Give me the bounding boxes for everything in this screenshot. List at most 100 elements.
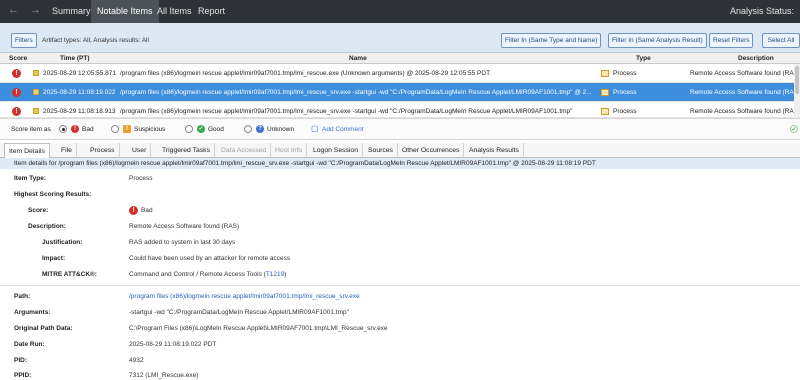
divider	[0, 285, 800, 286]
pid-value: 4932	[129, 357, 144, 364]
score-item-label: Score item as	[11, 126, 51, 133]
row-name: /program files (x86)/logmein rescue appl…	[120, 70, 491, 77]
impact-value: Could have been used by an attacker for …	[129, 255, 291, 262]
ppid-value: 7312 (LMI_Rescue.exe)	[129, 372, 199, 379]
tab-sources[interactable]: Sources	[364, 143, 398, 158]
tab-notable-items[interactable]: Notable Items	[91, 0, 159, 23]
tab-all-items[interactable]: All Items	[151, 0, 198, 23]
path-link[interactable]: /program files (x86)/logmein rescue appl…	[129, 293, 360, 300]
mitre-label: MITRE ATT&CK®:	[42, 271, 97, 278]
select-all-button[interactable]: Select All	[762, 33, 800, 48]
justification-label: Justification:	[42, 239, 83, 246]
forward-arrow-icon[interactable]: →	[30, 4, 41, 16]
tab-item-details[interactable]: Item Details	[4, 143, 50, 158]
confirm-icon[interactable]: ✓	[790, 125, 798, 133]
reset-filters-button[interactable]: Reset Filters	[709, 33, 754, 48]
table-scroll-thumb[interactable]	[795, 66, 799, 94]
justification-value: RAS added to system in last 30 days	[129, 239, 236, 246]
process-icon	[601, 70, 609, 77]
bad-label[interactable]: Bad	[82, 126, 94, 133]
process-icon	[601, 108, 609, 115]
mitre-technique-link[interactable]: T1219	[266, 271, 284, 278]
filter-in-same-result-button[interactable]: Filter In (Same Analysis Result)	[608, 33, 707, 48]
flag-icon	[33, 70, 39, 76]
bad-score-icon: !	[12, 88, 21, 97]
tab-file[interactable]: File	[57, 143, 77, 158]
original-path-value: C:\Program Files (x86)\LogMeIn Rescue Ap…	[129, 325, 388, 332]
tab-report[interactable]: Report	[192, 0, 231, 23]
score-bar: Score item as ! Bad ! Suspicious ✓ Good …	[0, 118, 800, 140]
tab-triggered-tasks[interactable]: Triggered Tasks	[158, 143, 215, 158]
pid-label: PID:	[14, 357, 27, 364]
mitre-close: )	[284, 271, 287, 278]
add-comment-link[interactable]: Add Comment	[322, 126, 364, 133]
row-time: 2025-08-29 11:08:18.913	[43, 108, 116, 115]
flag-icon	[33, 89, 39, 95]
radio-good[interactable]	[185, 125, 193, 133]
row-name: /program files (x86)/logmein rescue appl…	[120, 108, 573, 115]
radio-unknown[interactable]	[244, 125, 252, 133]
bad-score-icon: !	[12, 69, 21, 78]
table-row-selected[interactable]: ! 2025-08-29 11:08:19.022 /program files…	[0, 83, 800, 102]
column-score[interactable]: Score	[9, 55, 27, 62]
description-label: Description:	[28, 223, 66, 230]
tab-host-info: Host Info	[271, 143, 308, 158]
row-time: 2025-08-29 11:08:19.022	[43, 89, 116, 96]
filter-description: Artifact types: All, Analysis results: A…	[42, 37, 149, 44]
score-value: Bad	[141, 207, 153, 214]
row-description: Remote Access Software found (RAS)	[690, 70, 800, 77]
row-type: Process	[613, 70, 637, 77]
bad-score-icon: !	[12, 107, 21, 116]
filters-button[interactable]: Filters	[11, 33, 37, 48]
column-name[interactable]: Name	[349, 55, 367, 62]
radio-bad[interactable]	[59, 125, 67, 133]
tab-summary[interactable]: Summary	[46, 0, 97, 23]
tab-process[interactable]: Process	[86, 143, 120, 158]
row-name: /program files (x86)/logmein rescue appl…	[120, 89, 592, 96]
date-run-value: 2025-08-29 11:08:19.022 PDT	[129, 341, 217, 348]
table-row[interactable]: ! 2025-08-29 11:08:18.913 /program files…	[0, 102, 800, 118]
row-description: Remote Access Software found (RAS)	[690, 108, 800, 115]
tab-user[interactable]: User	[128, 143, 152, 158]
suspicious-label[interactable]: Suspicious	[134, 126, 165, 133]
check-icon: ✓	[197, 125, 205, 133]
tab-data-accessed: Data Accessed	[217, 143, 272, 158]
filter-in-same-type-button[interactable]: Filter In (Same Type and Name)	[501, 33, 602, 48]
bad-icon: !	[71, 125, 79, 133]
mitre-value: Command and Control / Remote Access Tool…	[129, 271, 286, 278]
highest-scoring-label: Highest Scoring Results:	[14, 191, 92, 198]
radio-suspicious[interactable]	[111, 125, 119, 133]
row-type: Process	[613, 89, 637, 96]
arguments-value: -startgui -wd "C:/ProgramData/LogMeIn Re…	[129, 309, 349, 316]
original-path-label: Original Path Data:	[14, 325, 73, 332]
item-details-header: Item details for /program files (x86)/lo…	[0, 158, 800, 169]
item-type-value: Process	[129, 175, 153, 182]
impact-label: Impact:	[42, 255, 66, 262]
tab-analysis-results[interactable]: Analysis Results	[465, 143, 524, 158]
ppid-label: PPID:	[14, 372, 32, 379]
back-arrow-icon[interactable]: ←	[8, 4, 19, 16]
row-description: Remote Access Software found (RAS)	[690, 89, 800, 96]
column-time[interactable]: Time (PT)	[60, 55, 90, 62]
description-value: Remote Access Software found (RAS)	[129, 223, 240, 230]
top-nav-bar: ← → Summary Notable Items All Items Repo…	[0, 0, 800, 23]
good-label[interactable]: Good	[208, 126, 224, 133]
score-label: Score:	[28, 207, 49, 214]
unknown-label[interactable]: Unknown	[267, 126, 294, 133]
flag-icon	[33, 108, 39, 114]
detail-tab-bar: Item Details File Process User Triggered…	[0, 143, 800, 158]
column-type[interactable]: Type	[636, 55, 651, 62]
column-description[interactable]: Description	[738, 55, 774, 62]
tab-other-occurrences[interactable]: Other Occurrences	[398, 143, 465, 158]
process-icon	[601, 89, 609, 96]
item-type-label: Item Type:	[14, 175, 47, 182]
date-run-label: Date Run:	[14, 341, 45, 348]
question-icon: ?	[256, 125, 264, 133]
bad-score-icon: !	[129, 206, 138, 215]
row-time: 2025-08-29 12:05:55.871	[43, 70, 117, 77]
tab-logon-session[interactable]: Logon Session	[309, 143, 363, 158]
arguments-label: Arguments:	[14, 309, 51, 316]
path-label: Path:	[14, 293, 31, 300]
table-row[interactable]: ! 2025-08-29 12:05:55.871 /program files…	[0, 64, 800, 83]
warning-icon: !	[123, 125, 131, 133]
